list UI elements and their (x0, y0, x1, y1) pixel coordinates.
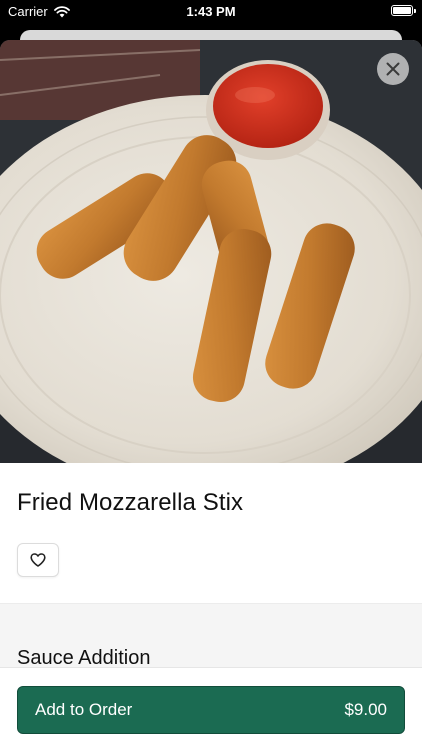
order-price: $9.00 (344, 700, 387, 719)
status-bar: Carrier 1:43 PM (0, 0, 422, 24)
bottom-order-bar: Add to Order $9.00 (0, 667, 422, 750)
close-icon (386, 62, 400, 76)
battery-icon (391, 5, 413, 16)
item-photo-illustration (0, 40, 422, 463)
item-title: Fried Mozzarella Stix (17, 489, 244, 516)
add-to-order-button[interactable]: Add to Order $9.00 (17, 686, 405, 734)
status-time: 1:43 PM (186, 4, 236, 19)
favorite-button[interactable] (17, 543, 59, 577)
heart-icon (30, 553, 46, 567)
battery-nub (414, 8, 416, 13)
item-photo (0, 40, 422, 463)
add-to-order-label: Add to Order (35, 700, 133, 719)
close-button[interactable] (377, 53, 409, 85)
item-detail-sheet: Fried Mozzarella Stix Sauce Addition Add… (0, 40, 422, 750)
